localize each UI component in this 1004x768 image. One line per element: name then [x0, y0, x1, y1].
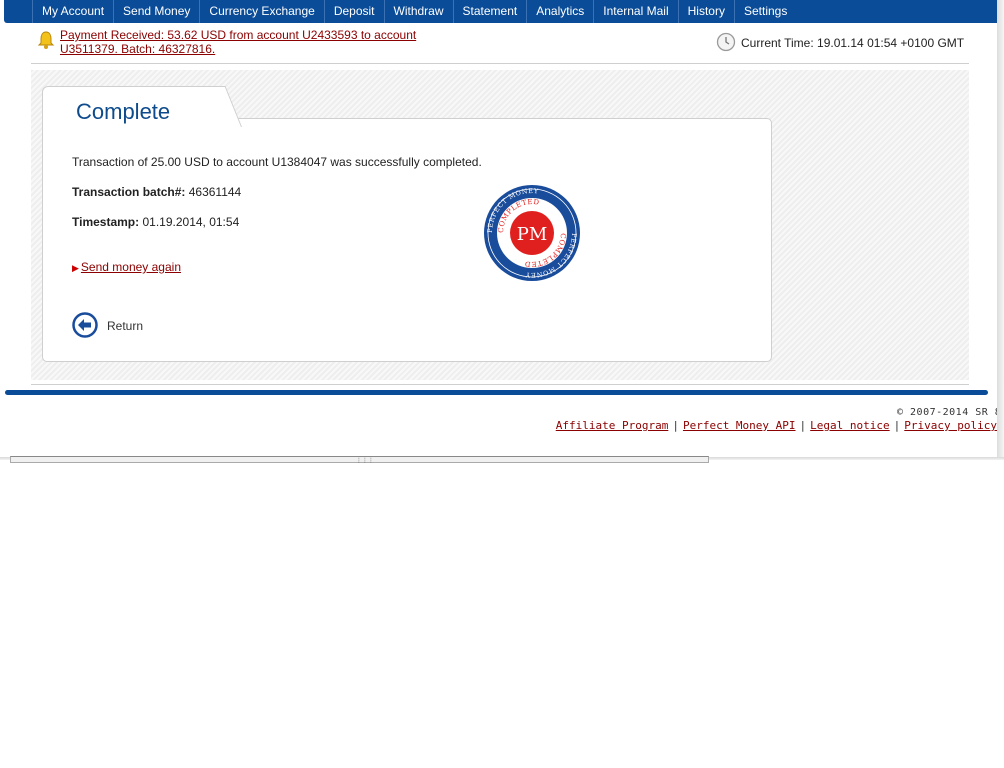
pm-completed-seal: PERFECT MONEY PERFECT MONEY COMPLETED CO… [484, 185, 580, 281]
bullet-arrow-icon: ▶ [72, 263, 79, 273]
nav-withdraw[interactable]: Withdraw [383, 0, 453, 23]
timestamp-value: 01.19.2014, 01:54 [142, 215, 240, 229]
footer-separator: | [893, 419, 901, 432]
privacy-policy-link[interactable]: Privacy policy [904, 419, 997, 432]
seal-center-text: PM [517, 224, 548, 245]
copyright-text: © 2007-2014 SR 8 [897, 407, 1002, 418]
batch-row: Transaction batch#: 46361144 [72, 185, 241, 199]
clock-icon [716, 32, 736, 52]
return-arrow-icon[interactable] [72, 312, 98, 338]
content-panel: Complete Transaction of 25.00 USD to acc… [31, 70, 969, 380]
divider-top [31, 63, 969, 64]
batch-value: 46361144 [188, 185, 242, 199]
nav-my-account[interactable]: My Account [32, 0, 113, 23]
nav-send-money[interactable]: Send Money [113, 0, 199, 23]
current-time: Current Time: 19.01.14 01:54 +0100 GMT [741, 36, 965, 50]
scrollbar-grip-icon[interactable]: ⋮⋮⋮ [356, 457, 374, 464]
page-title: Complete [76, 99, 171, 124]
perfect-money-api-link[interactable]: Perfect Money API [683, 419, 796, 432]
send-again-row: ▶ Send money again [72, 260, 181, 274]
nav-settings[interactable]: Settings [733, 0, 796, 23]
footer-bar [5, 390, 988, 395]
nav-deposit[interactable]: Deposit [323, 0, 384, 23]
footer-separator: | [672, 419, 679, 432]
nav-internal-mail[interactable]: Internal Mail [593, 0, 677, 23]
nav-currency-exchange[interactable]: Currency Exchange [199, 0, 323, 23]
nav-history[interactable]: History [677, 0, 734, 23]
batch-label: Transaction batch#: [72, 185, 186, 199]
return-link[interactable]: Return [107, 319, 143, 333]
timestamp-label: Timestamp: [72, 215, 140, 229]
top-nav-bar: My Account Send Money Currency Exchange … [4, 0, 1000, 23]
footer-links: Affiliate Program | Perfect Money API | Lega… [556, 419, 997, 432]
nav-statement[interactable]: Statement [452, 0, 527, 23]
send-money-again-link[interactable]: Send money again [81, 260, 181, 274]
footer-separator: | [799, 419, 807, 432]
affiliate-program-link[interactable]: Affiliate Program [556, 419, 669, 432]
window-shadow [997, 0, 1004, 460]
legal-notice-link[interactable]: Legal notice [810, 419, 889, 432]
timestamp-row: Timestamp: 01.19.2014, 01:54 [72, 215, 239, 229]
bell-icon [37, 31, 55, 49]
success-message: Transaction of 25.00 USD to account U138… [72, 155, 482, 169]
nav-menu: My Account Send Money Currency Exchange … [32, 0, 796, 23]
divider-bottom [31, 384, 969, 385]
nav-analytics[interactable]: Analytics [526, 0, 593, 23]
payment-received-notice[interactable]: Payment Received: 53.62 USD from account… [60, 28, 440, 56]
